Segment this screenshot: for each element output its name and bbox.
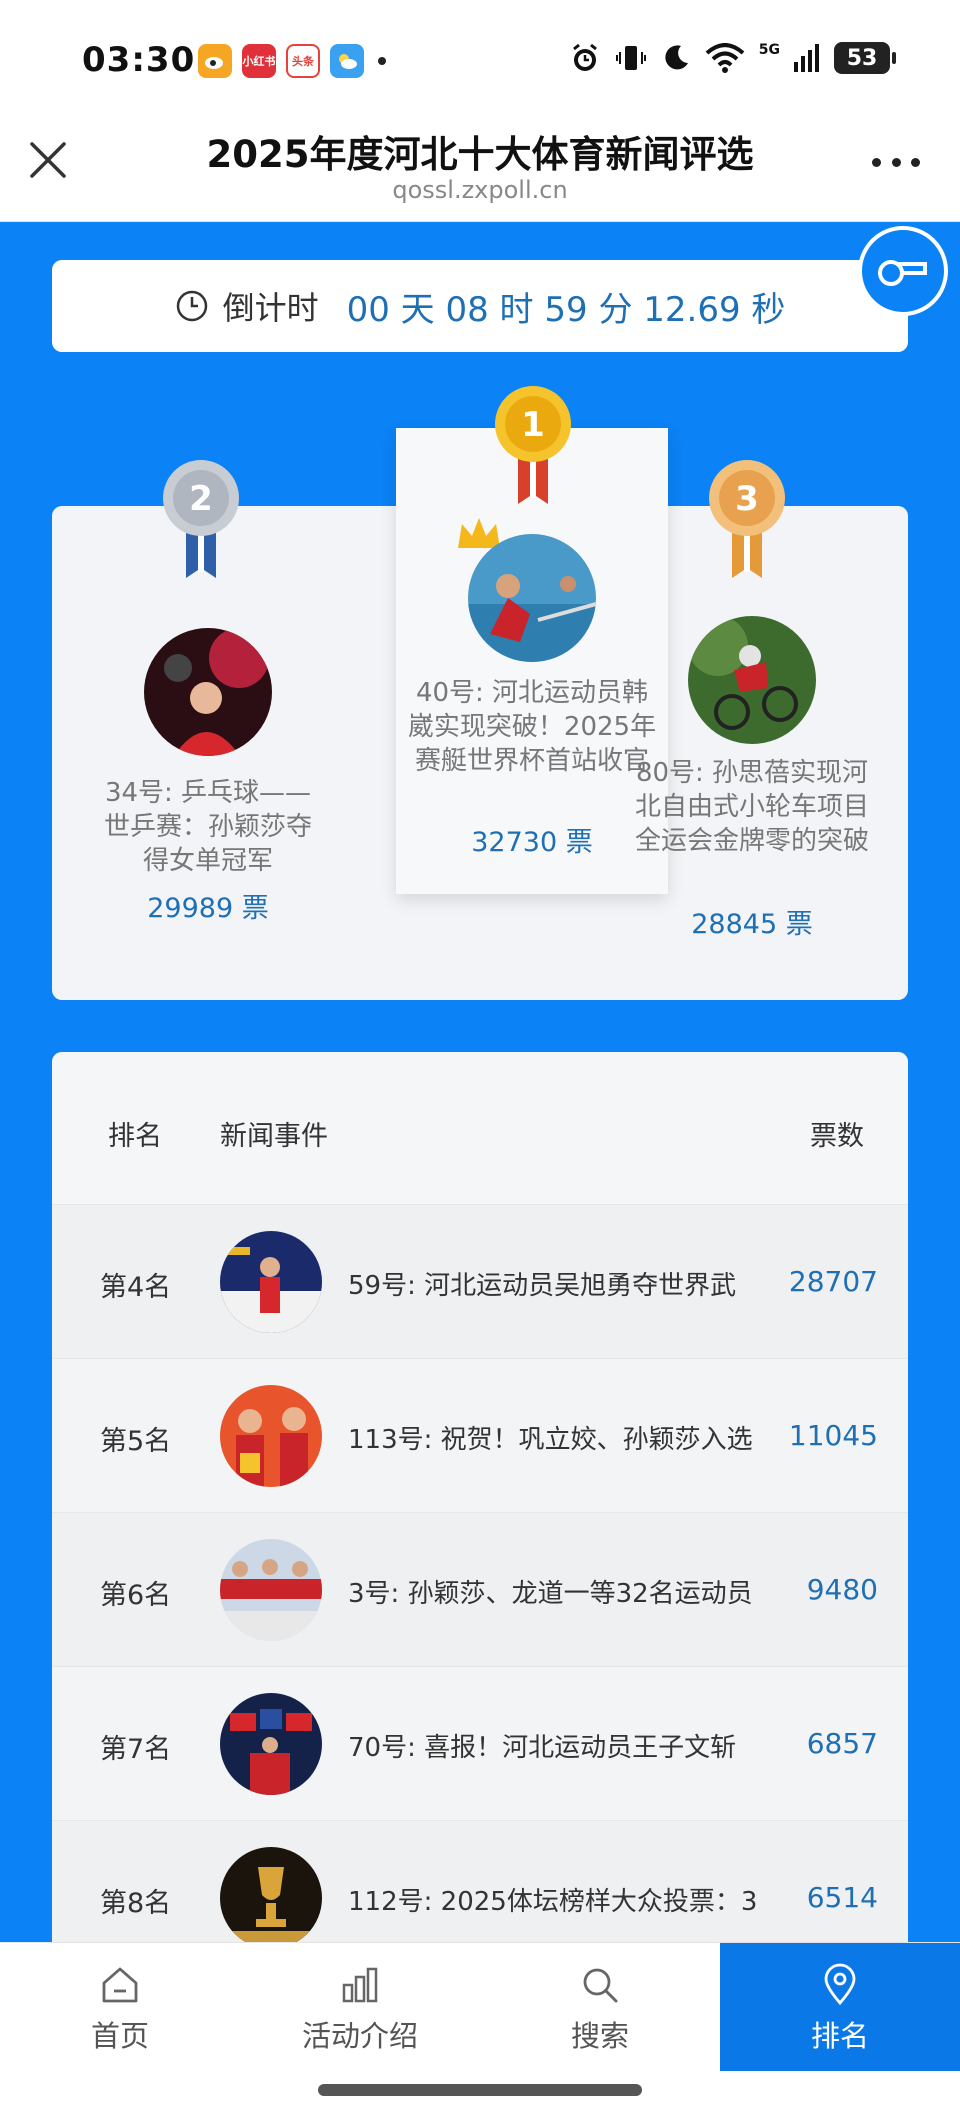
page-title: 2025年度河北十大体育新闻评选 (206, 133, 754, 176)
bronze-medal-icon: 3 (709, 460, 785, 578)
row-rank: 第7名 (100, 1734, 172, 1765)
row-thumbnail (220, 1231, 322, 1333)
row-thumbnail (220, 1539, 322, 1641)
do-not-disturb-moon-icon (665, 45, 688, 70)
row-title: 3号: 孙颖莎、龙道一等32名运动员 (348, 1579, 753, 1609)
row-thumbnail (220, 1385, 322, 1487)
podium-second-title: 34号: 乒乓球——世乒赛：孙颖莎夺得女单冠军 (103, 778, 312, 876)
location-pin-icon (824, 1963, 856, 2006)
table-header: 排名 新闻事件 票数 (52, 1052, 908, 1204)
search-icon (583, 1968, 618, 2003)
status-bar: 03:30 小红书 头条 5G 53 (0, 0, 960, 110)
home-icon (102, 1967, 138, 2003)
svg-text:1: 1 (521, 405, 545, 445)
nav-activity-intro[interactable]: 活动介绍 (240, 1943, 480, 2071)
row-title: 113号: 祝贺！巩立姣、孙颖莎入选 (348, 1425, 753, 1455)
row-title: 112号: 2025体坛榜样大众投票：3 (348, 1887, 758, 1917)
svg-text:2: 2 (189, 479, 213, 519)
notification-icons: 小红书 头条 (198, 44, 386, 78)
column-header-rank: 排名 (108, 1121, 162, 1152)
content-area: 倒计时 00 天 08 时 59 分 12.69 秒 2 34号: 乒乓球——世… (0, 222, 960, 1952)
battery-indicator: 53 (834, 42, 896, 74)
nav-home-label: 首页 (90, 2019, 149, 2053)
podium-third-photo (688, 616, 816, 744)
podium-first[interactable]: 1 40号: 河北运动员韩崴实现突破！2025年赛艇世界杯首站收官 32730 … (396, 386, 668, 894)
column-header-votes: 票数 (810, 1121, 864, 1152)
svg-text:3: 3 (735, 479, 759, 519)
home-indicator (318, 2084, 642, 2096)
nav-search[interactable]: 搜索 (480, 1943, 720, 2071)
row-title: 59号: 河北运动员吴旭勇夺世界武 (348, 1271, 737, 1301)
countdown-label: 倒计时 (222, 289, 319, 327)
table-row[interactable]: 第5名 113号: 祝贺！巩立姣、孙颖莎入选 11045 (52, 1358, 908, 1512)
more-notifications-dot (378, 57, 386, 65)
nav-home[interactable]: 首页 (0, 1943, 240, 2071)
row-votes: 6514 (806, 1881, 878, 1914)
row-rank: 第4名 (100, 1272, 172, 1303)
row-votes: 6857 (806, 1727, 878, 1760)
nav-ranking[interactable]: 排名 (720, 1943, 960, 2071)
app-header: 2025年度河北十大体育新闻评选 qossl.zxpoll.cn (0, 110, 960, 222)
alarm-icon (572, 43, 597, 71)
row-votes: 9480 (806, 1573, 878, 1606)
row-thumbnail (220, 1693, 322, 1795)
row-rank: 第6名 (100, 1580, 172, 1611)
ranking-table: 排名 新闻事件 票数 第4名 59号: 河北运动员吴旭勇夺世界武 28707 第… (52, 1052, 908, 1952)
signal-icon (794, 44, 819, 72)
podium-second-votes: 29989 票 (147, 893, 269, 924)
table-row[interactable]: 第4名 59号: 河北运动员吴旭勇夺世界武 28707 (52, 1204, 908, 1358)
row-rank: 第5名 (100, 1426, 172, 1457)
table-row[interactable]: 第6名 3号: 孙颖莎、龙道一等32名运动员 9480 (52, 1512, 908, 1666)
nav-activity-intro-label: 活动介绍 (301, 2019, 418, 2053)
clock-icon (176, 290, 207, 322)
row-votes: 11045 (788, 1419, 878, 1452)
row-votes: 28707 (788, 1265, 878, 1298)
more-options-button[interactable] (872, 158, 920, 170)
nav-search-label: 搜索 (570, 2019, 629, 2053)
status-time: 03:30 (82, 40, 196, 80)
whistle-icon (878, 260, 927, 286)
row-rank: 第8名 (100, 1888, 172, 1919)
table-row[interactable]: 第7名 70号: 喜报！河北运动员王子文斩 6857 (52, 1666, 908, 1820)
column-header-news: 新闻事件 (220, 1121, 328, 1152)
page-url: qossl.zxpoll.cn (392, 176, 568, 204)
weibo-app-icon (198, 44, 232, 78)
podium-first-votes: 32730 票 (471, 827, 593, 858)
gold-medal-icon: 1 (495, 386, 571, 504)
podium-second-photo (144, 628, 272, 756)
countdown-bar: 倒计时 00 天 08 时 59 分 12.69 秒 (52, 260, 908, 352)
bar-chart-icon (342, 1967, 378, 2003)
podium-first-photo (468, 534, 596, 662)
podium-card: 2 34号: 乒乓球——世乒赛：孙颖莎夺得女单冠军 29989 票 1 40号:… (52, 386, 908, 1000)
toutiao-app-icon: 头条 (286, 44, 320, 78)
podium-third-votes: 28845 票 (691, 909, 813, 940)
system-icons: 5G 53 (569, 42, 896, 74)
bottom-navigation: 首页 活动介绍 搜索 排名 (0, 1942, 960, 2071)
silver-medal-icon: 2 (163, 460, 239, 578)
row-thumbnail (220, 1847, 322, 1949)
table-row[interactable]: 第8名 112号: 2025体坛榜样大众投票：3 6514 (52, 1820, 908, 1952)
network-type-label: 5G (758, 42, 780, 58)
wifi-icon (705, 43, 745, 73)
countdown-value: 00 天 08 时 59 分 12.69 秒 (346, 289, 786, 330)
xiaohongshu-app-icon: 小红书 (242, 44, 276, 78)
row-title: 70号: 喜报！河北运动员王子文斩 (348, 1733, 737, 1763)
floating-action-button[interactable] (858, 226, 948, 316)
vibrate-icon (615, 46, 646, 70)
podium-first-title: 40号: 河北运动员韩崴实现突破！2025年赛艇世界杯首站收官 (407, 678, 657, 776)
weather-app-icon (330, 44, 364, 78)
nav-ranking-label: 排名 (810, 2019, 869, 2053)
podium-third-title: 80号: 孙思蓓实现河北自由式小轮车项目全运会金牌零的突破 (634, 758, 869, 856)
